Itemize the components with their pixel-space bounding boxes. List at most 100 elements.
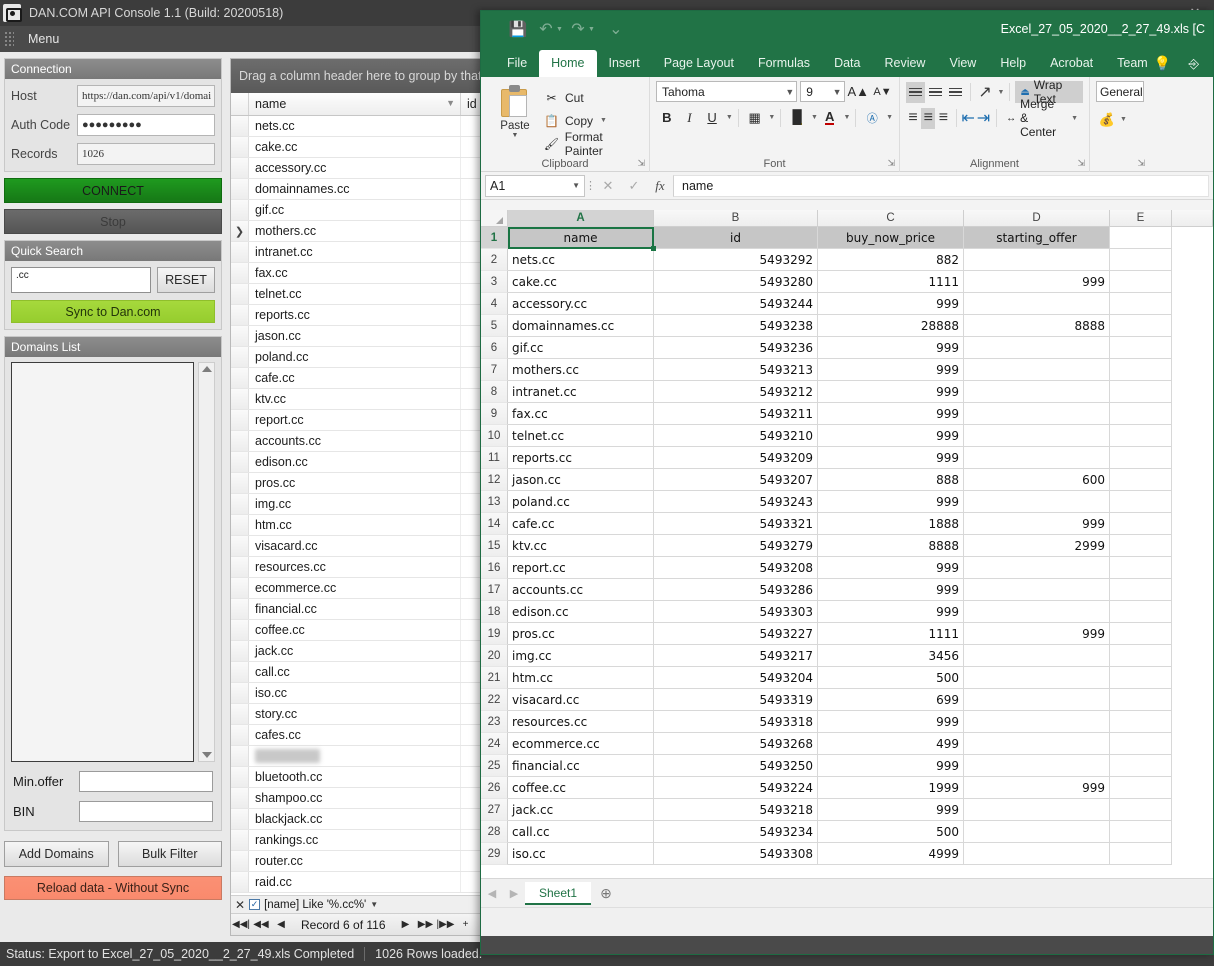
- row-header[interactable]: 14: [481, 513, 508, 535]
- row-indicator[interactable]: [231, 431, 249, 451]
- copy-dropdown-icon[interactable]: ▼: [600, 117, 607, 124]
- cell-name[interactable]: intranet.cc: [508, 381, 654, 403]
- cell-name[interactable]: nets.cc: [508, 249, 654, 271]
- row-header[interactable]: 7: [481, 359, 508, 381]
- grid-cell-name[interactable]: visacard.cc: [249, 536, 461, 556]
- grid-cell-name[interactable]: blackjack.cc: [249, 809, 461, 829]
- paste-dropdown-icon[interactable]: ▼: [512, 132, 519, 139]
- cell-name[interactable]: iso.cc: [508, 843, 654, 865]
- row-header[interactable]: 29: [481, 843, 508, 865]
- cell-f[interactable]: [1172, 425, 1213, 447]
- cell-starting-offer[interactable]: 8888: [964, 315, 1110, 337]
- tab-view[interactable]: View: [937, 50, 988, 77]
- cell-f[interactable]: [1172, 249, 1213, 271]
- host-input[interactable]: https://dan.com/api/v1/domai: [77, 85, 215, 107]
- undo-dropdown-icon[interactable]: ▼: [556, 26, 563, 33]
- cell-starting-offer[interactable]: [964, 447, 1110, 469]
- cell-id[interactable]: 5493208: [654, 557, 818, 579]
- orientation-dropdown-icon[interactable]: ▼: [998, 89, 1005, 96]
- cell-buy-now-price[interactable]: 1111: [818, 271, 964, 293]
- cell-starting-offer[interactable]: [964, 711, 1110, 733]
- grid-cell-name[interactable]: poland.cc: [249, 347, 461, 367]
- add-sheet-icon[interactable]: ⊕: [591, 885, 621, 902]
- cell-name[interactable]: pros.cc: [508, 623, 654, 645]
- grid-cell-name[interactable]: htm.cc: [249, 515, 461, 535]
- add-domains-button[interactable]: Add Domains: [4, 841, 109, 867]
- cell-buy-now-price[interactable]: 999: [818, 579, 964, 601]
- grid-cell-name[interactable]: cafes.cc: [249, 725, 461, 745]
- font-color-icon[interactable]: A: [819, 107, 841, 128]
- grid-cell-name[interactable]: fax.cc: [249, 263, 461, 283]
- cell-id[interactable]: 5493319: [654, 689, 818, 711]
- tab-page-layout[interactable]: Page Layout: [652, 50, 746, 77]
- min-offer-input[interactable]: [79, 771, 213, 792]
- increase-indent-icon[interactable]: ⇥: [976, 108, 990, 129]
- row-indicator[interactable]: [231, 557, 249, 577]
- sheet-tab-sheet1[interactable]: Sheet1: [525, 881, 592, 905]
- row-header[interactable]: 12: [481, 469, 508, 491]
- cell-id[interactable]: 5493318: [654, 711, 818, 733]
- cell-f[interactable]: [1172, 469, 1213, 491]
- grid-column-name[interactable]: name ▼: [249, 93, 461, 115]
- cell-d1[interactable]: starting_offer: [964, 227, 1110, 249]
- column-header-f[interactable]: [1172, 210, 1213, 226]
- decrease-indent-icon[interactable]: ⇤: [961, 108, 975, 129]
- tab-acrobat[interactable]: Acrobat: [1038, 50, 1105, 77]
- cell-id[interactable]: 5493213: [654, 359, 818, 381]
- cell-starting-offer[interactable]: [964, 601, 1110, 623]
- cell-buy-now-price[interactable]: 1111: [818, 623, 964, 645]
- number-dialog-launcher-icon[interactable]: ⇲: [1137, 158, 1145, 169]
- cell-e[interactable]: [1110, 579, 1172, 601]
- clipboard-dialog-launcher-icon[interactable]: ⇲: [637, 158, 645, 169]
- column-header-d[interactable]: D: [964, 210, 1110, 226]
- cell-buy-now-price[interactable]: 28888: [818, 315, 964, 337]
- cell-name[interactable]: accounts.cc: [508, 579, 654, 601]
- row-indicator[interactable]: [231, 662, 249, 682]
- cell-f[interactable]: [1172, 447, 1213, 469]
- row-indicator[interactable]: [231, 368, 249, 388]
- row-indicator[interactable]: [231, 536, 249, 556]
- filter-dropdown-icon[interactable]: ▼: [370, 900, 378, 909]
- row-indicator[interactable]: [231, 452, 249, 472]
- row-header[interactable]: 9: [481, 403, 508, 425]
- cell-buy-now-price[interactable]: 999: [818, 491, 964, 513]
- connect-button[interactable]: CONNECT: [4, 178, 222, 203]
- cell-name[interactable]: edison.cc: [508, 601, 654, 623]
- cell-starting-offer[interactable]: [964, 381, 1110, 403]
- cell-f[interactable]: [1172, 799, 1213, 821]
- grid-cell-name[interactable]: story.cc: [249, 704, 461, 724]
- cell-buy-now-price[interactable]: 1888: [818, 513, 964, 535]
- save-icon[interactable]: 💾: [505, 16, 531, 42]
- row-indicator[interactable]: [231, 809, 249, 829]
- bold-button[interactable]: B: [656, 107, 678, 128]
- row-indicator[interactable]: [231, 494, 249, 514]
- cell-name[interactable]: jason.cc: [508, 469, 654, 491]
- grid-cell-name[interactable]: rankings.cc: [249, 830, 461, 850]
- grid-cell-name[interactable]: img.cc: [249, 494, 461, 514]
- grid-cell-name[interactable]: ktv.cc: [249, 389, 461, 409]
- cell-starting-offer[interactable]: [964, 491, 1110, 513]
- font-name-combo[interactable]: Tahoma ▼: [656, 81, 798, 102]
- row-header-1[interactable]: 1: [481, 227, 508, 249]
- nav-prev-page-icon[interactable]: ◀◀: [251, 919, 271, 930]
- row-header[interactable]: 13: [481, 491, 508, 513]
- row-indicator[interactable]: [231, 851, 249, 871]
- cell-name[interactable]: cafe.cc: [508, 513, 654, 535]
- row-indicator[interactable]: [231, 347, 249, 367]
- cell-f[interactable]: [1172, 403, 1213, 425]
- font-size-chevron-down-icon[interactable]: ▼: [830, 87, 842, 97]
- row-header[interactable]: 10: [481, 425, 508, 447]
- nav-first-icon[interactable]: ◀◀|: [231, 919, 251, 930]
- cell-id[interactable]: 5493212: [654, 381, 818, 403]
- cancel-entry-icon[interactable]: ✕: [595, 175, 621, 197]
- cell-starting-offer[interactable]: [964, 337, 1110, 359]
- tab-insert[interactable]: Insert: [597, 50, 652, 77]
- cell-starting-offer[interactable]: [964, 733, 1110, 755]
- cell-buy-now-price[interactable]: 699: [818, 689, 964, 711]
- cell-buy-now-price[interactable]: 999: [818, 293, 964, 315]
- row-header[interactable]: 20: [481, 645, 508, 667]
- cell-e[interactable]: [1110, 491, 1172, 513]
- select-all-corner[interactable]: [481, 210, 508, 226]
- cell-id[interactable]: 5493217: [654, 645, 818, 667]
- cell-e[interactable]: [1110, 799, 1172, 821]
